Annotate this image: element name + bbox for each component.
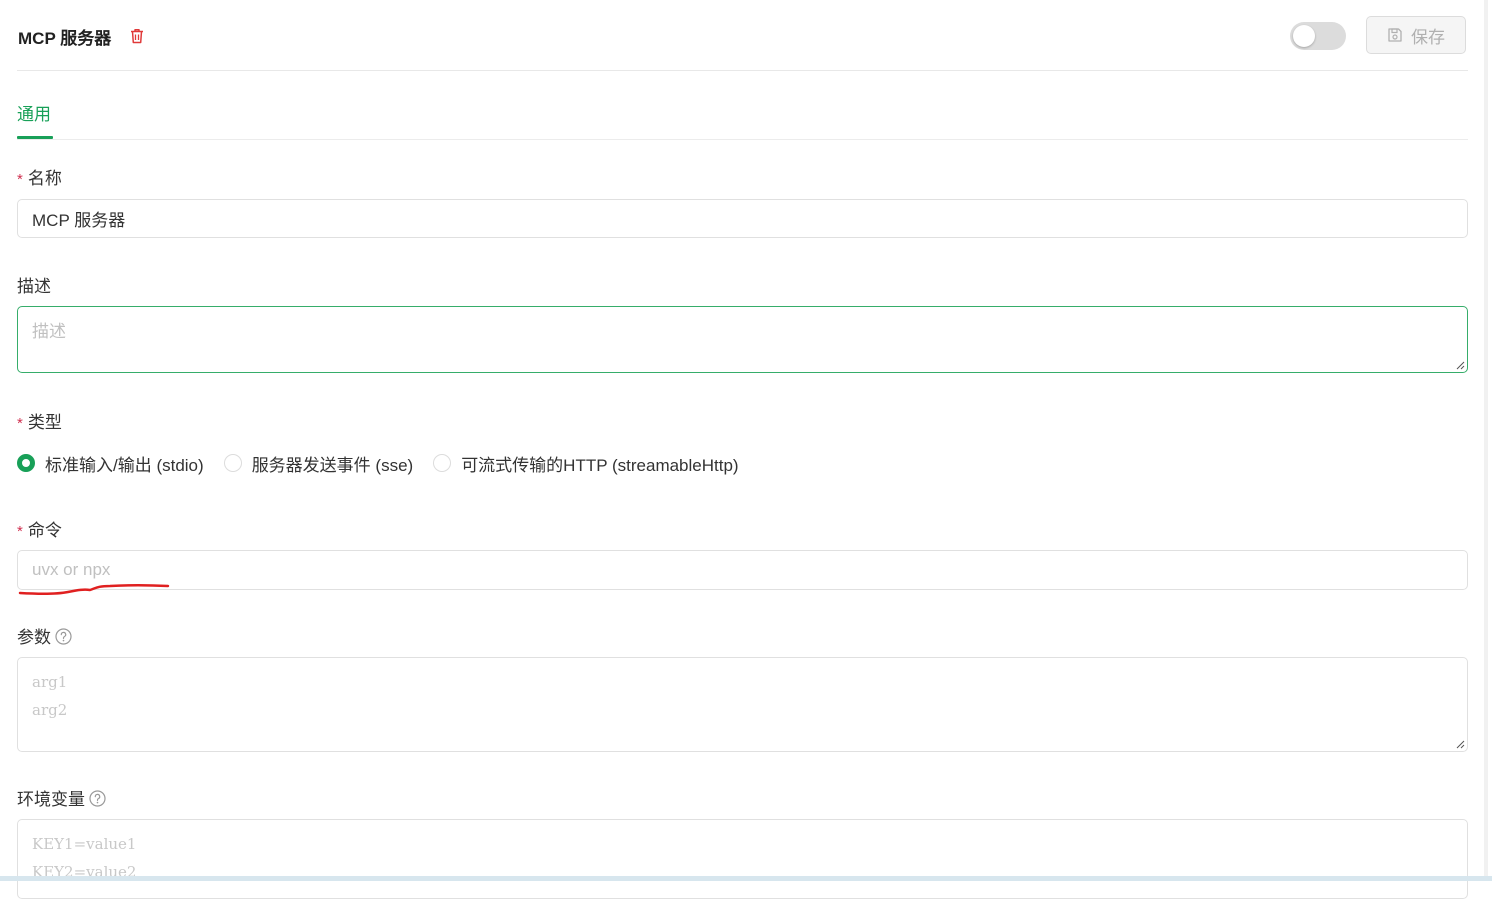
- name-input-value: MCP 服务器: [32, 211, 126, 230]
- command-label: * 命令: [17, 516, 62, 541]
- toggle-knob: [1293, 25, 1315, 47]
- header: MCP 服务器 保存: [17, 0, 1468, 71]
- floppy-disk-icon: [1388, 28, 1402, 42]
- description-textarea[interactable]: 描述: [17, 306, 1468, 373]
- command-label-text: 命令: [27, 521, 62, 540]
- type-label: * 类型: [17, 408, 62, 433]
- enable-toggle[interactable]: [1290, 22, 1346, 50]
- description-placeholder: 描述: [32, 322, 66, 341]
- question-circle-icon[interactable]: [55, 628, 72, 645]
- save-label: 保存: [1411, 27, 1445, 47]
- env-label-text: 环境变量: [17, 790, 85, 809]
- save-button[interactable]: 保存: [1366, 16, 1466, 54]
- tab-active-indicator: [17, 136, 53, 139]
- type-radio-group: 标准输入/输出 (stdio) 服务器发送事件 (sse) 可流式传输的HTTP…: [17, 451, 759, 475]
- radio-label: 可流式传输的HTTP (streamableHttp): [461, 455, 739, 475]
- radio-sse[interactable]: 服务器发送事件 (sse): [223, 451, 414, 476]
- page-title: MCP 服务器: [18, 29, 112, 48]
- required-mark: *: [17, 171, 23, 188]
- scrollbar[interactable]: [1484, 0, 1488, 881]
- name-label: * 名称: [17, 164, 62, 189]
- resize-handle[interactable]: [1455, 360, 1465, 370]
- command-input[interactable]: uvx or npx: [17, 550, 1468, 590]
- args-placeholder-line: arg1: [32, 673, 68, 691]
- required-mark: *: [17, 523, 23, 540]
- red-underline-annotation: [18, 584, 170, 595]
- question-circle-icon[interactable]: [89, 790, 106, 807]
- command-placeholder: uvx or npx: [32, 560, 111, 579]
- description-label: 描述: [17, 277, 51, 296]
- radio-label: 服务器发送事件 (sse): [251, 455, 414, 475]
- env-label: 环境变量: [17, 785, 106, 810]
- radio-label: 标准输入/输出 (stdio): [45, 455, 204, 475]
- env-textarea[interactable]: KEY1=value1 KEY2=value2: [17, 819, 1468, 899]
- type-label-text: 类型: [27, 413, 62, 432]
- required-mark: *: [17, 415, 23, 432]
- env-placeholder-line: KEY1=value1: [32, 835, 137, 853]
- args-textarea[interactable]: arg1 arg2: [17, 657, 1468, 752]
- args-label-text: 参数: [17, 628, 51, 647]
- radio-streamable-http[interactable]: 可流式传输的HTTP (streamableHttp): [433, 451, 739, 476]
- tab-general[interactable]: 通用: [17, 100, 51, 125]
- trash-icon[interactable]: [128, 27, 146, 45]
- radio-circle: [433, 454, 452, 472]
- args-label: 参数: [17, 623, 72, 648]
- env-placeholder-line: KEY2=value2: [32, 863, 137, 881]
- name-label-text: 名称: [27, 169, 62, 188]
- args-placeholder-line: arg2: [32, 701, 68, 719]
- radio-circle: [17, 454, 35, 472]
- radio-circle: [223, 454, 242, 472]
- tab-bar: 通用: [17, 90, 1468, 140]
- bottom-edge: [0, 876, 1492, 881]
- radio-stdio[interactable]: 标准输入/输出 (stdio): [17, 451, 204, 476]
- name-input[interactable]: MCP 服务器: [17, 199, 1468, 238]
- resize-handle[interactable]: [1455, 739, 1465, 749]
